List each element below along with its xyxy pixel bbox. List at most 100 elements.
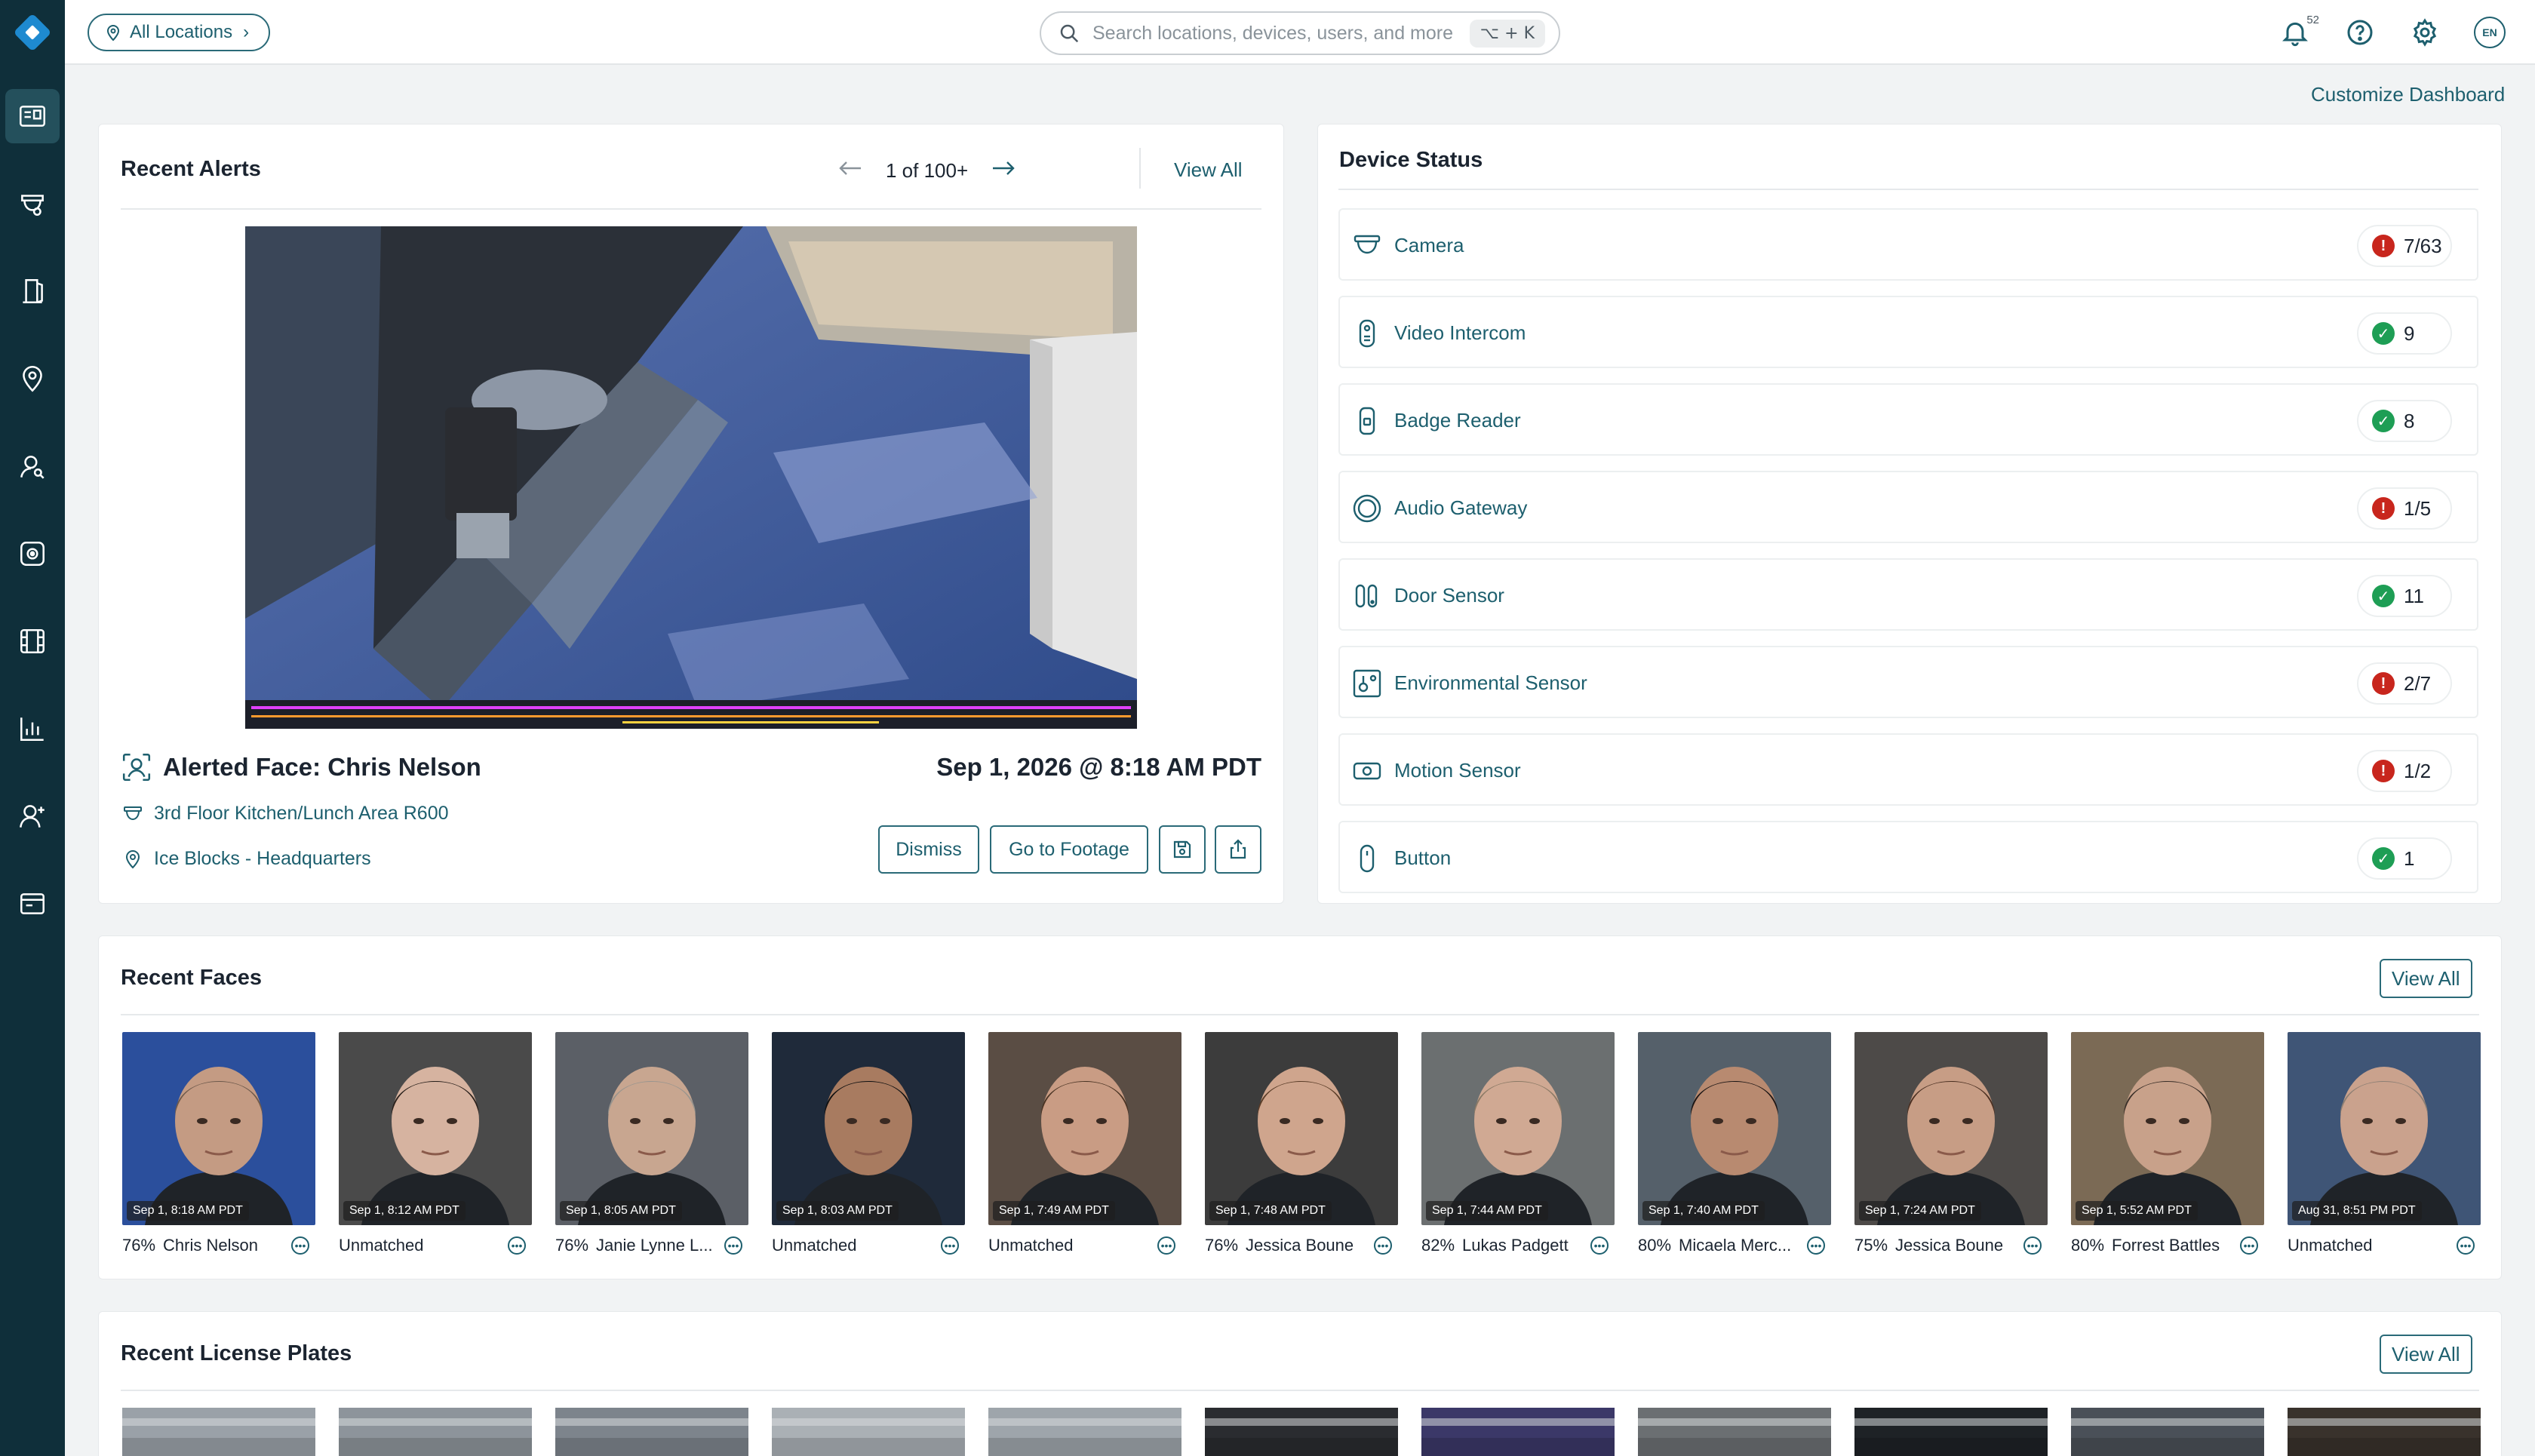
face-name: Lukas Padgett — [1462, 1236, 1569, 1255]
more-options-icon[interactable]: ••• — [508, 1236, 526, 1255]
device-status-badge: ! 1/5 — [2357, 487, 2452, 530]
device-count: 1 — [2404, 846, 2415, 870]
alert-site-link[interactable]: Ice Blocks - Headquarters — [122, 848, 371, 870]
dismiss-button[interactable]: Dismiss — [878, 825, 979, 874]
settings-button[interactable] — [2405, 13, 2444, 52]
customize-dashboard-link[interactable]: Customize Dashboard — [2311, 83, 2505, 106]
nav-sensors-icon[interactable] — [5, 527, 60, 581]
app-logo-icon[interactable] — [10, 10, 55, 55]
plate-thumbnail[interactable] — [988, 1408, 1181, 1456]
nav-analytics-icon[interactable] — [5, 702, 60, 756]
check-status-icon: ✓ — [2372, 847, 2395, 870]
plate-thumbnail[interactable] — [339, 1408, 532, 1456]
nav-devices-icon[interactable] — [5, 877, 60, 931]
face-thumbnail[interactable]: Sep 1, 8:05 AM PDT — [555, 1032, 748, 1225]
face-match-percent: 82% — [1421, 1236, 1455, 1255]
faces-view-all-button[interactable]: View All — [2380, 959, 2472, 998]
device-row-video-intercom[interactable]: Video Intercom ✓ 9 — [1338, 296, 2478, 368]
alert-camera-link[interactable]: 3rd Floor Kitchen/Lunch Area R600 — [122, 803, 449, 825]
nav-people-search-icon[interactable] — [5, 439, 60, 493]
more-options-icon[interactable]: ••• — [1374, 1236, 1392, 1255]
face-tile[interactable]: Sep 1, 7:48 AM PDT 76% Jessica Boune ••• — [1205, 1032, 1398, 1257]
device-row-camera[interactable]: Camera ! 7/63 — [1338, 208, 2478, 281]
plate-thumbnail[interactable] — [1421, 1408, 1615, 1456]
nav-locations-icon[interactable] — [5, 352, 60, 406]
plate-thumbnail[interactable] — [1638, 1408, 1831, 1456]
face-tile[interactable]: Sep 1, 7:49 AM PDT Unmatched ••• — [988, 1032, 1181, 1257]
save-clip-button[interactable] — [1159, 825, 1206, 874]
plate-thumbnail[interactable] — [1854, 1408, 2048, 1456]
all-locations-button[interactable]: All Locations › — [88, 14, 271, 51]
language-button[interactable]: EN — [2470, 13, 2509, 52]
more-options-icon[interactable]: ••• — [941, 1236, 959, 1255]
face-thumbnail[interactable]: Sep 1, 7:40 AM PDT — [1638, 1032, 1831, 1225]
global-search-input[interactable]: Search locations, devices, users, and mo… — [1040, 11, 1560, 55]
plate-thumbnail[interactable] — [555, 1408, 748, 1456]
face-thumbnail[interactable]: Sep 1, 7:48 AM PDT — [1205, 1032, 1398, 1225]
face-thumbnail[interactable]: Sep 1, 8:18 AM PDT — [122, 1032, 315, 1225]
plate-thumbnail[interactable] — [122, 1408, 315, 1456]
face-tile[interactable]: Sep 1, 7:24 AM PDT 75% Jessica Boune ••• — [1854, 1032, 2048, 1257]
face-tile[interactable]: Aug 31, 8:51 PM PDT Unmatched ••• — [2288, 1032, 2481, 1257]
face-tile[interactable]: Sep 1, 7:40 AM PDT 80% Micaela Merc... ••• — [1638, 1032, 1831, 1257]
plates-view-all-button[interactable]: View All — [2380, 1335, 2472, 1374]
face-tile[interactable]: Sep 1, 8:05 AM PDT 76% Janie Lynne L... ••• — [555, 1032, 748, 1257]
device-row-button[interactable]: Button ✓ 1 — [1338, 821, 2478, 893]
plate-thumbnail[interactable] — [1205, 1408, 1398, 1456]
face-tile[interactable]: Sep 1, 5:52 AM PDT 80% Forrest Battles ••• — [2071, 1032, 2264, 1257]
prev-alert-button[interactable] — [837, 158, 863, 183]
go-to-footage-button[interactable]: Go to Footage — [990, 825, 1148, 874]
nav-users-icon[interactable] — [5, 789, 60, 843]
next-alert-button[interactable] — [991, 158, 1016, 183]
help-button[interactable] — [2340, 13, 2380, 52]
device-row-environmental-sensor[interactable]: Environmental Sensor ! 2/7 — [1338, 646, 2478, 718]
device-row-motion-sensor[interactable]: Motion Sensor ! 1/2 — [1338, 733, 2478, 806]
alert-snapshot-image[interactable] — [245, 226, 1137, 729]
more-options-icon[interactable]: ••• — [2023, 1236, 2042, 1255]
pager-separator — [1139, 148, 1141, 189]
nav-access-icon[interactable] — [5, 264, 60, 318]
device-status-divider — [1338, 189, 2478, 190]
more-options-icon[interactable]: ••• — [2457, 1236, 2475, 1255]
face-meta: 76% Chris Nelson ••• — [122, 1234, 315, 1257]
more-options-icon[interactable]: ••• — [1807, 1236, 1825, 1255]
plate-thumbnail[interactable] — [772, 1408, 965, 1456]
face-meta: 75% Jessica Boune ••• — [1854, 1234, 2048, 1257]
face-thumbnail[interactable]: Sep 1, 7:24 AM PDT — [1854, 1032, 2048, 1225]
more-options-icon[interactable]: ••• — [1590, 1236, 1609, 1255]
face-tile[interactable]: Sep 1, 7:44 AM PDT 82% Lukas Padgett ••• — [1421, 1032, 1615, 1257]
alerts-pager: 1 of 100+ — [837, 158, 1016, 183]
device-row-badge-reader[interactable]: Badge Reader ✓ 8 — [1338, 383, 2478, 456]
alerts-view-all-link[interactable]: View All — [1174, 158, 1243, 182]
face-thumbnail[interactable]: Sep 1, 8:03 AM PDT — [772, 1032, 965, 1225]
arrow-right-icon — [993, 161, 1015, 175]
device-row-audio-gateway[interactable]: Audio Gateway ! 1/5 — [1338, 471, 2478, 543]
face-tile[interactable]: Sep 1, 8:18 AM PDT 76% Chris Nelson ••• — [122, 1032, 315, 1257]
face-thumbnail[interactable]: Sep 1, 7:44 AM PDT — [1421, 1032, 1615, 1225]
nav-cameras-icon[interactable] — [5, 177, 60, 231]
face-meta: 80% Micaela Merc... ••• — [1638, 1234, 1831, 1257]
face-tile[interactable]: Sep 1, 8:03 AM PDT Unmatched ••• — [772, 1032, 965, 1257]
face-thumbnail[interactable]: Aug 31, 8:51 PM PDT — [2288, 1032, 2481, 1225]
nav-footage-icon[interactable] — [5, 614, 60, 668]
device-row-door-sensor[interactable]: Door Sensor ✓ 11 — [1338, 558, 2478, 631]
face-thumbnail[interactable]: Sep 1, 8:12 AM PDT — [339, 1032, 532, 1225]
save-icon — [1173, 840, 1191, 859]
alerts-divider — [121, 208, 1261, 210]
face-tile[interactable]: Sep 1, 8:12 AM PDT Unmatched ••• — [339, 1032, 532, 1257]
device-count: 8 — [2404, 409, 2415, 432]
plate-thumbnail[interactable] — [2071, 1408, 2264, 1456]
plate-thumbnail[interactable] — [2288, 1408, 2481, 1456]
face-thumbnail[interactable]: Sep 1, 7:49 AM PDT — [988, 1032, 1181, 1225]
more-options-icon[interactable]: ••• — [1157, 1236, 1175, 1255]
more-options-icon[interactable]: ••• — [291, 1236, 309, 1255]
face-recognition-icon — [122, 753, 151, 782]
share-button[interactable] — [1215, 825, 1261, 874]
notifications-button[interactable]: 52 — [2275, 13, 2319, 52]
face-thumbnail[interactable]: Sep 1, 5:52 AM PDT — [2071, 1032, 2264, 1225]
more-options-icon[interactable]: ••• — [724, 1236, 742, 1255]
nav-dashboard-icon[interactable] — [5, 89, 60, 143]
face-name: Jessica Boune — [1895, 1236, 2004, 1255]
face-timestamp: Sep 1, 7:49 AM PDT — [993, 1201, 1115, 1221]
more-options-icon[interactable]: ••• — [2240, 1236, 2258, 1255]
